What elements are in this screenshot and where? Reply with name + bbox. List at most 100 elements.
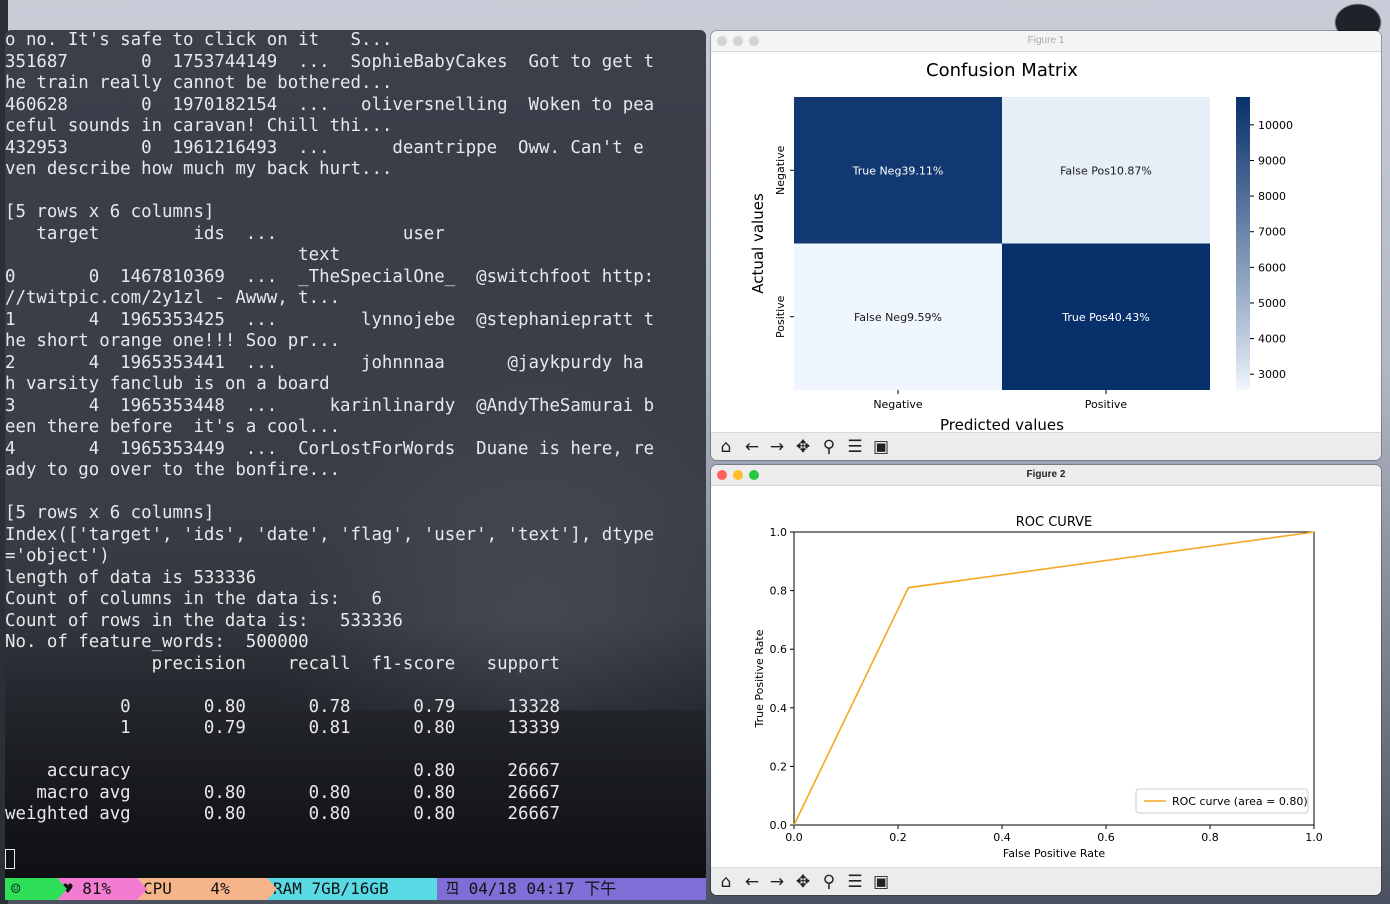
roc-curve-plot: ROC CURVE 0.0 0.2 0.4 0.6 0.8 1.0 0.0 0.2 0.4 0.6 0… (753, 515, 1323, 860)
cell-label: True Pos40.43% (1061, 311, 1150, 324)
x-tick-label: 0.0 (785, 831, 803, 844)
figure2-titlebar[interactable]: Figure 2 (711, 465, 1381, 486)
status-separator (137, 878, 147, 900)
colorbar-tick-label: 4000 (1258, 333, 1286, 346)
confusion-matrix-plot: Confusion Matrix True Neg39.11% False Pos1… (749, 60, 1293, 431)
terminal-line: [5 rows x 6 columns] (5, 503, 215, 523)
status-separator (267, 878, 277, 900)
back-arrow-icon[interactable]: ← (741, 871, 763, 893)
terminal-line: ven describe how much my back hurt... (5, 159, 393, 179)
figure2-window[interactable]: Figure 2 ROC CURVE 0.0 0.2 0.4 0.6 0.8 1.0 0.0 0… (711, 465, 1381, 895)
cell-label: False Neg9.59% (854, 311, 942, 324)
cell-label: True Neg39.11% (852, 164, 944, 177)
y-tick-label: Positive (774, 295, 787, 338)
terminal-line: accuracy 0.80 26667 (5, 761, 560, 781)
terminal-line: ceful sounds in caravan! Chill thi... (5, 116, 393, 136)
zoom-icon[interactable]: ⚲ (818, 436, 840, 458)
terminal-cursor[interactable] (5, 849, 15, 869)
terminal-line: No. of feature_words: 500000 (5, 632, 309, 652)
terminal-line: 0 0.80 0.78 0.79 13328 (5, 696, 560, 717)
terminal-line: text (5, 245, 341, 265)
y-tick-label: 0.2 (770, 760, 788, 773)
colorbar (1236, 97, 1250, 390)
status-separator (437, 878, 447, 900)
zoom-icon[interactable]: ⚲ (818, 871, 840, 893)
colorbar-tick-label: 8000 (1258, 190, 1286, 203)
pan-icon[interactable]: ✥ (792, 436, 814, 458)
figure1-toolbar: ⌂ ← → ✥ ⚲ ☰ ▣ (711, 432, 1381, 460)
terminal-line: weighted avg 0.80 0.80 0.80 26667 (5, 804, 560, 824)
figure1-window[interactable]: Figure 1 Confusion Matrix True Neg39.11% F… (711, 31, 1381, 460)
cell-label: False Pos10.87% (1060, 164, 1152, 177)
x-axis-label: False Positive Rate (1003, 847, 1105, 860)
terminal-line: [5 rows x 6 columns] (5, 202, 215, 222)
forward-arrow-icon[interactable]: → (766, 436, 788, 458)
terminal-line: Count of rows in the data is: 533336 (5, 610, 403, 631)
save-icon[interactable]: ▣ (870, 436, 892, 458)
home-icon[interactable]: ⌂ (715, 871, 737, 893)
status-cpu: CPU 4% (137, 878, 277, 900)
terminal-line: 351687 0 1753744149 ... SophieBabyCakes … (5, 51, 655, 72)
status-separator (57, 878, 67, 900)
window-title: Figure 1 (1027, 35, 1065, 46)
plot-frame (793, 531, 1315, 826)
configure-subplots-icon[interactable]: ☰ (844, 871, 866, 893)
roc-series-line (793, 531, 1315, 826)
save-icon[interactable]: ▣ (870, 871, 892, 893)
terminal-line: ='object') (5, 546, 110, 566)
terminal-line: macro avg 0.80 0.80 0.80 26667 (5, 782, 560, 803)
y-tick-label: 0.4 (770, 702, 788, 715)
terminal-line: 432953 0 1961216493 ... deantrippe Oww. … (5, 137, 644, 158)
terminal-line: ady to go over to the bonfire... (5, 460, 341, 480)
terminal-line: he train really cannot be bothered... (5, 73, 393, 93)
colorbar-tick-label: 9000 (1258, 154, 1286, 167)
tmux-statusbar: ☺ ♥ 81% CPU 4% RAM 7GB/16GB 四 04/18 04:1… (5, 878, 706, 900)
window-title: Figure 2 (1026, 469, 1066, 480)
x-tick-label: 0.2 (889, 831, 907, 844)
terminal-line: Count of columns in the data is: 6 (5, 589, 382, 609)
desktop-wallpaper-rock (1330, 0, 1386, 32)
terminal-line: 0 0 1467810369 ... _TheSpecialOne_ @swit… (5, 266, 655, 287)
y-tick-label: 0.6 (770, 643, 788, 656)
terminal-line: een there before it's a cool... (5, 417, 341, 437)
terminal-line: 4 4 1965353449 ... CorLostForWords Duane… (5, 438, 655, 459)
terminal-line: target ids ... user (5, 223, 445, 244)
terminal-line: length of data is 533336 (5, 567, 257, 588)
terminal-line: Index(['target', 'ids', 'date', 'flag', … (5, 524, 655, 545)
colorbar-tick-label: 10000 (1258, 119, 1293, 132)
terminal-line: o no. It's safe to click on it S... (5, 30, 393, 50)
y-axis-label: Actual values (749, 193, 767, 294)
configure-subplots-icon[interactable]: ☰ (844, 436, 866, 458)
x-axis-label: Predicted values (940, 416, 1064, 431)
terminal-line: //twitpic.com/2y1zl - Awww, t... (5, 288, 341, 308)
legend-label: ROC curve (area = 0.80) (1172, 795, 1308, 808)
home-icon[interactable]: ⌂ (715, 436, 737, 458)
x-tick-label: 1.0 (1305, 831, 1323, 844)
colorbar-tick-label: 6000 (1258, 261, 1286, 274)
terminal-line: h varsity fanclub is on a board (5, 374, 330, 394)
forward-arrow-icon[interactable]: → (766, 871, 788, 893)
status-battery: ♥ 81% (57, 878, 149, 900)
y-tick-label: 0.0 (770, 819, 788, 832)
x-tick-label: 0.8 (1201, 831, 1219, 844)
colorbar-tick-label: 5000 (1258, 297, 1286, 310)
x-tick-label: Positive (1085, 398, 1128, 411)
terminal-line: he short orange one!!! Soo pr... (5, 331, 341, 351)
status-datetime: 四 04/18 04:17 下午 (437, 878, 706, 900)
y-tick-label: 1.0 (770, 526, 788, 539)
y-tick-label: 0.8 (770, 585, 788, 598)
terminal-window[interactable]: o no. It's safe to click on it S... 35168… (5, 30, 706, 900)
back-arrow-icon[interactable]: ← (741, 436, 763, 458)
pan-icon[interactable]: ✥ (792, 871, 814, 893)
chart-title: ROC CURVE (1016, 515, 1093, 530)
x-tick-label: 0.6 (1097, 831, 1115, 844)
terminal-line: 2 4 1965353441 ... johnnnaa @jaykpurdy h… (5, 352, 644, 373)
figure1-titlebar[interactable]: Figure 1 (711, 31, 1381, 52)
y-axis-label: True Positive Rate (753, 629, 766, 728)
x-tick-label: Negative (873, 398, 923, 411)
colorbar-tick-label: 7000 (1258, 226, 1286, 239)
